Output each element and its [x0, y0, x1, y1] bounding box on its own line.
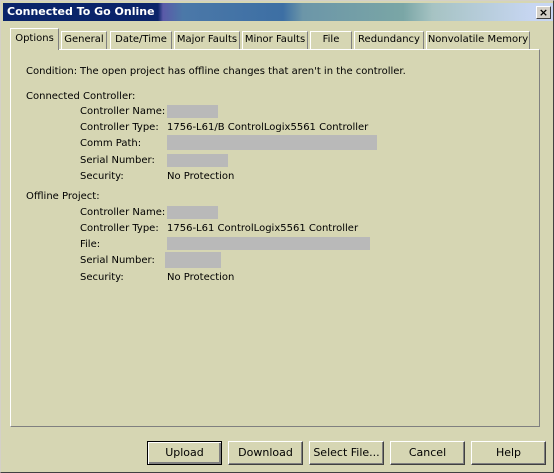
offline-project-heading: Offline Project: — [26, 191, 100, 202]
offline-name-redacted — [167, 206, 218, 219]
connected-serial-label: Serial Number: — [80, 155, 155, 166]
select-file-button[interactable]: Select File... — [309, 441, 384, 465]
offline-serial-label: Serial Number: — [80, 255, 155, 266]
offline-type-value: 1756-L61 ControlLogix5561 Controller — [167, 223, 359, 234]
condition-text: The open project has offline changes tha… — [80, 66, 406, 77]
comm-path-label: Comm Path: — [80, 138, 142, 149]
cancel-button[interactable]: Cancel — [390, 441, 465, 465]
comm-path-redacted — [167, 135, 377, 150]
download-button[interactable]: Download — [228, 441, 303, 465]
tab-options[interactable]: Options — [10, 28, 59, 50]
title-bar[interactable]: Connected To Go Online × — [3, 3, 553, 21]
window-title: Connected To Go Online — [7, 5, 155, 18]
connected-security-label: Security: — [80, 171, 124, 182]
tab-nonvolatile-memory[interactable]: Nonvolatile Memory — [426, 31, 530, 49]
help-button[interactable]: Help — [471, 441, 546, 465]
tab-date-time[interactable]: Date/Time — [110, 31, 172, 49]
offline-security-value: No Protection — [167, 272, 235, 283]
upload-button[interactable]: Upload — [147, 441, 222, 465]
tab-file[interactable]: File — [310, 31, 352, 49]
connected-type-value: 1756-L61/B ControlLogix5561 Controller — [167, 122, 369, 133]
tab-strip: Options General Date/Time Major Faults M… — [10, 28, 540, 50]
file-redacted — [167, 237, 370, 250]
connected-name-label: Controller Name: — [80, 106, 166, 117]
offline-type-label: Controller Type: — [80, 223, 159, 234]
offline-security-label: Security: — [80, 272, 124, 283]
connected-controller-heading: Connected Controller: — [26, 91, 136, 102]
offline-name-label: Controller Name: — [80, 207, 166, 218]
tab-minor-faults[interactable]: Minor Faults — [242, 31, 308, 49]
file-label: File: — [80, 239, 101, 250]
tab-major-faults[interactable]: Major Faults — [174, 31, 240, 49]
connected-type-label: Controller Type: — [80, 122, 159, 133]
tab-redundancy[interactable]: Redundancy — [354, 31, 424, 49]
connected-serial-redacted — [167, 154, 228, 167]
condition-label: Condition: — [26, 66, 78, 77]
tab-general[interactable]: General — [61, 31, 107, 49]
connected-name-redacted — [167, 105, 218, 118]
connected-security-value: No Protection — [167, 171, 235, 182]
offline-serial-redacted — [165, 252, 221, 268]
close-button[interactable]: × — [536, 6, 551, 19]
